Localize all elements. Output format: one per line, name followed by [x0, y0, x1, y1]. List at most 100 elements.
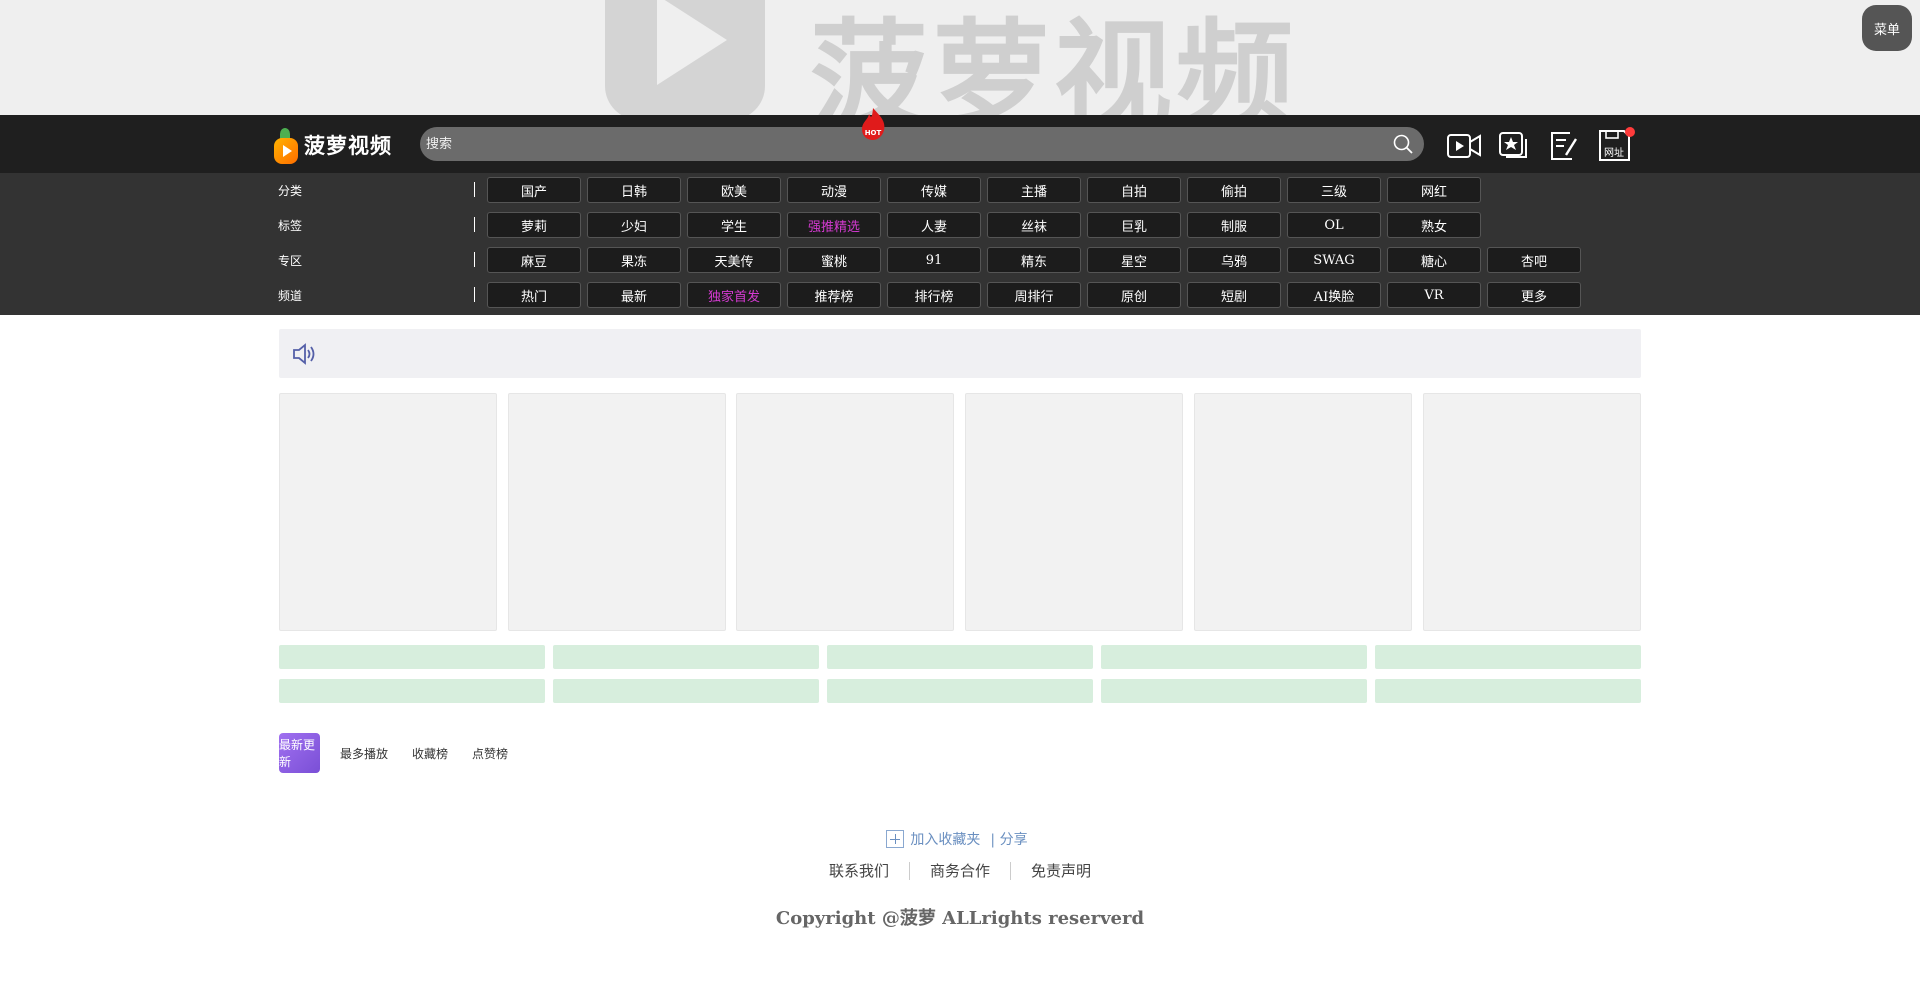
- text-placeholder-bar: [553, 679, 819, 703]
- category-button[interactable]: 乌鸦: [1187, 247, 1281, 273]
- category-row: 分类 国产 日韩 欧美 动漫 传媒 主播 自拍 偷拍 三级 网红: [0, 173, 1920, 208]
- category-button[interactable]: 学生: [687, 212, 781, 238]
- category-button[interactable]: 原创: [1087, 282, 1181, 308]
- video-card-placeholder: [508, 393, 726, 631]
- category-button[interactable]: 排行榜: [887, 282, 981, 308]
- video-card-placeholder: [736, 393, 954, 631]
- category-button[interactable]: 国产: [487, 177, 581, 203]
- category-button[interactable]: 熟女: [1387, 212, 1481, 238]
- notice-bar: [279, 329, 1641, 378]
- category-divider: [474, 217, 475, 232]
- category-button[interactable]: 独家首发: [687, 282, 781, 308]
- footer-link-business[interactable]: 商务合作: [910, 860, 1010, 881]
- notification-badge: [1625, 127, 1635, 137]
- video-camera-icon[interactable]: [1446, 127, 1482, 163]
- add-bookmark-link[interactable]: 加入收藏夹: [910, 829, 980, 849]
- category-button[interactable]: 精东: [987, 247, 1081, 273]
- svg-text:HOT: HOT: [865, 129, 882, 137]
- category-button[interactable]: 萝莉: [487, 212, 581, 238]
- category-button[interactable]: 天美传: [687, 247, 781, 273]
- website-label: 网址: [1604, 146, 1624, 159]
- tab-favorites[interactable]: 收藏榜: [412, 745, 448, 762]
- category-button[interactable]: AI换脸: [1287, 282, 1381, 308]
- category-divider: [474, 252, 475, 267]
- category-button[interactable]: 蜜桃: [787, 247, 881, 273]
- category-button[interactable]: 网红: [1387, 177, 1481, 203]
- search-box: [420, 127, 1424, 161]
- category-button[interactable]: 果冻: [587, 247, 681, 273]
- text-placeholder-bar: [279, 645, 545, 669]
- category-button[interactable]: 偷拍: [1187, 177, 1281, 203]
- category-button[interactable]: 传媒: [887, 177, 981, 203]
- category-button[interactable]: 糖心: [1387, 247, 1481, 273]
- category-row: 专区 麻豆 果冻 天美传 蜜桃 91 精东 星空 乌鸦 SWAG 糖心 杏吧: [0, 243, 1920, 278]
- category-divider: [474, 182, 475, 197]
- text-placeholder-bar: [1375, 679, 1641, 703]
- category-button[interactable]: 动漫: [787, 177, 881, 203]
- category-button[interactable]: 自拍: [1087, 177, 1181, 203]
- category-button[interactable]: 欧美: [687, 177, 781, 203]
- category-row-label: 分类: [278, 184, 303, 198]
- category-button[interactable]: 巨乳: [1087, 212, 1181, 238]
- category-button[interactable]: 杏吧: [1487, 247, 1581, 273]
- speaker-icon: [293, 343, 315, 365]
- search-input[interactable]: [420, 127, 1380, 161]
- category-button[interactable]: 周排行: [987, 282, 1081, 308]
- footer-link-disclaimer[interactable]: 免责声明: [1011, 860, 1111, 881]
- share-link[interactable]: | 分享: [990, 829, 1027, 849]
- site-name: 菠萝视频: [304, 134, 392, 158]
- category-button[interactable]: 少妇: [587, 212, 681, 238]
- category-button[interactable]: 星空: [1087, 247, 1181, 273]
- category-button[interactable]: SWAG: [1287, 247, 1381, 273]
- category-button[interactable]: 人妻: [887, 212, 981, 238]
- category-button[interactable]: 更多: [1487, 282, 1581, 308]
- category-button[interactable]: 丝袜: [987, 212, 1081, 238]
- header-bar: 菠萝视频 网址: [0, 115, 1920, 173]
- category-button[interactable]: 三级: [1287, 177, 1381, 203]
- video-card-placeholder: [279, 393, 497, 631]
- category-button[interactable]: 最新: [587, 282, 681, 308]
- category-button[interactable]: 制服: [1187, 212, 1281, 238]
- category-row: 标签 萝莉 少妇 学生 强推精选 人妻 丝袜 巨乳 制服 OL 熟女: [0, 208, 1920, 243]
- tab-latest[interactable]: 最新更新: [279, 733, 320, 773]
- add-bookmark-icon[interactable]: [886, 830, 905, 848]
- text-placeholder-bar: [1375, 645, 1641, 669]
- category-button[interactable]: OL: [1287, 212, 1381, 238]
- category-button[interactable]: 主播: [987, 177, 1081, 203]
- text-placeholder-bar: [553, 645, 819, 669]
- video-card-placeholder: [1194, 393, 1412, 631]
- category-nav: 分类 国产 日韩 欧美 动漫 传媒 主播 自拍 偷拍 三级 网红标签 萝莉 少妇 学生 强推精选 人妻 丝袜 巨乳…: [0, 173, 1920, 315]
- hot-flame-icon: HOT: [862, 108, 885, 140]
- text-placeholder-bar: [1101, 679, 1367, 703]
- footer-link-contact[interactable]: 联系我们: [809, 860, 909, 881]
- category-button[interactable]: 强推精选: [787, 212, 881, 238]
- footer-links: 联系我们 商务合作 免责声明: [0, 860, 1920, 881]
- text-placeholder-bar: [1101, 645, 1367, 669]
- site-logo[interactable]: 菠萝视频: [272, 125, 392, 165]
- category-divider: [474, 287, 475, 302]
- category-row-label: 频道: [278, 289, 303, 303]
- play-logo-icon: [605, 0, 765, 115]
- tab-most-played[interactable]: 最多播放: [340, 745, 388, 762]
- top-banner: 菠萝视频 菜单: [0, 0, 1920, 115]
- category-button[interactable]: 日韩: [587, 177, 681, 203]
- category-row-label: 专区: [278, 254, 303, 268]
- footer-bookmark: 加入收藏夹 | 分享: [0, 829, 1920, 849]
- edit-note-icon[interactable]: [1546, 127, 1582, 163]
- search-icon[interactable]: [1392, 133, 1414, 155]
- category-row: 频道 热门 最新 独家首发 推荐榜 排行榜 周排行 原创 短剧 AI换脸 VR 更多: [0, 278, 1920, 313]
- category-button[interactable]: 短剧: [1187, 282, 1281, 308]
- copyright-text: Copyright @菠萝 ALLrights reserverd: [775, 908, 1145, 929]
- pineapple-logo-icon: [272, 128, 298, 164]
- category-button[interactable]: 推荐榜: [787, 282, 881, 308]
- category-button[interactable]: VR: [1387, 282, 1481, 308]
- category-button[interactable]: 麻豆: [487, 247, 581, 273]
- sort-tabs: 最新更新 最多播放 收藏榜 点赞榜: [279, 733, 532, 773]
- category-button[interactable]: 91: [887, 247, 981, 273]
- tab-likes[interactable]: 点赞榜: [472, 745, 508, 762]
- banner-logo-text: 菠萝视频: [810, 7, 1299, 115]
- category-row-label: 标签: [278, 219, 303, 233]
- star-collection-icon[interactable]: [1496, 127, 1532, 163]
- category-button[interactable]: 热门: [487, 282, 581, 308]
- menu-button[interactable]: 菜单: [1862, 5, 1912, 51]
